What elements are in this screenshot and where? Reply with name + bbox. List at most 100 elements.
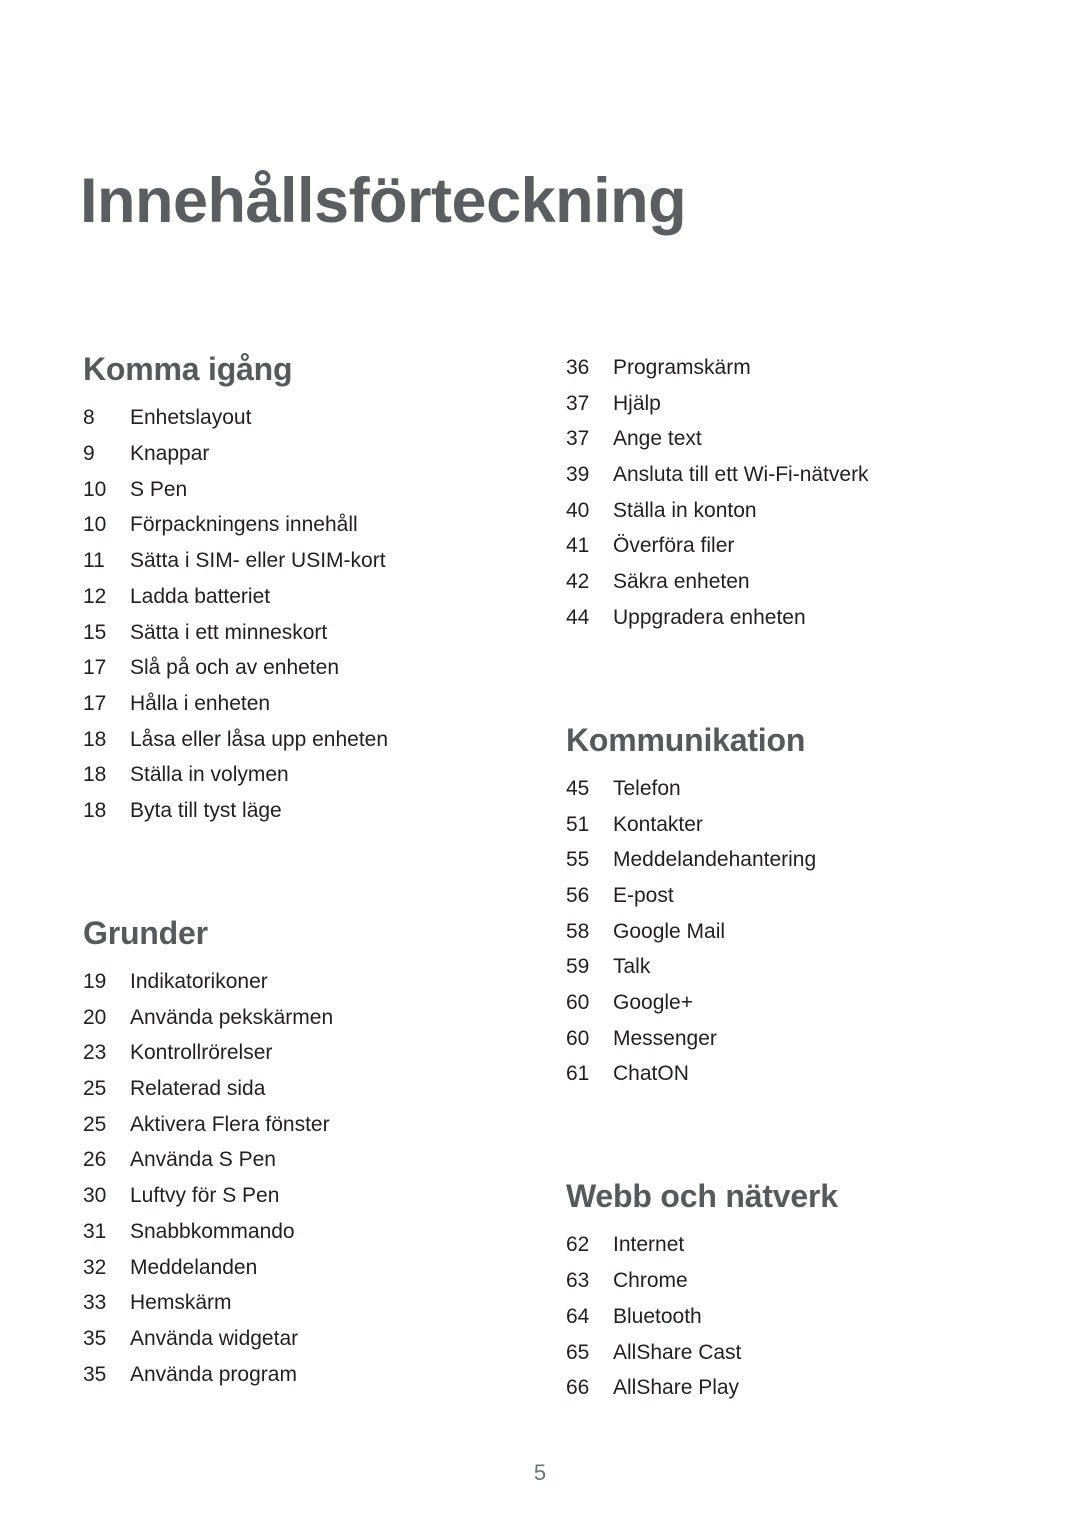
toc-entry-label: Förpackningens innehåll xyxy=(130,513,358,537)
toc-entry-list: 36 Programskärm 37 Hjälp 37 Ange text 39 Anslut… xyxy=(566,350,1006,636)
toc-entry[interactable]: 20 Använda pekskärmen xyxy=(83,1000,513,1036)
toc-entry-label: Bluetooth xyxy=(613,1304,702,1328)
toc-entry[interactable]: 41 Överföra filer xyxy=(566,528,1006,564)
toc-entry-page-number: 17 xyxy=(83,691,107,715)
toc-entry-page-number: 33 xyxy=(83,1291,107,1315)
toc-entry[interactable]: 51 Kontakter xyxy=(566,807,1006,843)
toc-entry[interactable]: 35 Använda program xyxy=(83,1357,513,1393)
toc-entry[interactable]: 56 E-post xyxy=(566,878,1006,914)
toc-entry[interactable]: 45 Telefon xyxy=(566,771,1006,807)
toc-entry[interactable]: 30 Luftvy för S Pen xyxy=(83,1178,513,1214)
toc-entry-page-number: 66 xyxy=(566,1376,590,1400)
toc-entry-label: Meddelandehantering xyxy=(613,848,817,872)
toc-section-komma-igang: Komma igång 8 Enhetslayout 9 Knappar 10 S Pen 1… xyxy=(83,350,513,829)
toc-entry[interactable]: 18 Ställa in volymen xyxy=(83,757,513,793)
toc-entry-label: Ställa in konton xyxy=(613,498,757,522)
toc-entry-list: 19 Indikatorikoner 20 Använda pekskärmen 23 K… xyxy=(83,964,513,1392)
toc-entry[interactable]: 60 Messenger xyxy=(566,1021,1006,1057)
toc-entry[interactable]: 8 Enhetslayout xyxy=(83,400,513,436)
toc-entry[interactable]: 63 Chrome xyxy=(566,1263,1006,1299)
toc-entry[interactable]: 31 Snabbkommando xyxy=(83,1214,513,1250)
toc-entry-label: Google Mail xyxy=(613,919,726,943)
toc-entry-label: Messenger xyxy=(613,1026,717,1050)
toc-entry-label: Relaterad sida xyxy=(130,1077,266,1101)
toc-section-kommunikation: Kommunikation 45 Telefon 51 Kontakter 55 Medde… xyxy=(566,721,1006,1093)
toc-entry[interactable]: 10 Förpackningens innehåll xyxy=(83,507,513,543)
toc-entry-label: Snabbkommando xyxy=(130,1219,295,1243)
toc-entry[interactable]: 44 Uppgradera enheten xyxy=(566,600,1006,636)
toc-entry-label: S Pen xyxy=(130,477,188,501)
toc-entry[interactable]: 39 Ansluta till ett Wi-Fi-nätverk xyxy=(566,457,1006,493)
toc-entry[interactable]: 18 Byta till tyst läge xyxy=(83,793,513,829)
toc-entry[interactable]: 55 Meddelandehantering xyxy=(566,842,1006,878)
toc-entry-page-number: 9 xyxy=(83,442,95,466)
toc-entry[interactable]: 40 Ställa in konton xyxy=(566,493,1006,529)
toc-entry[interactable]: 12 Ladda batteriet xyxy=(83,579,513,615)
toc-entry-page-number: 31 xyxy=(83,1219,107,1243)
toc-entry-page-number: 65 xyxy=(566,1340,590,1364)
toc-entry-page-number: 11 xyxy=(83,549,105,573)
toc-entry[interactable]: 60 Google+ xyxy=(566,985,1006,1021)
toc-entry[interactable]: 18 Låsa eller låsa upp enheten xyxy=(83,722,513,758)
toc-entry-page-number: 12 xyxy=(83,584,107,608)
toc-entry-label: Kontakter xyxy=(613,812,703,836)
toc-entry[interactable]: 37 Ange text xyxy=(566,421,1006,457)
toc-entry-label: Hemskärm xyxy=(130,1291,232,1315)
toc-entry-page-number: 36 xyxy=(566,356,590,379)
toc-entry[interactable]: 35 Använda widgetar xyxy=(83,1321,513,1357)
toc-entry[interactable]: 58 Google Mail xyxy=(566,914,1006,950)
toc-entry-page-number: 15 xyxy=(83,620,107,644)
toc-entry-page-number: 35 xyxy=(83,1362,107,1386)
toc-entry-label: Säkra enheten xyxy=(613,570,750,594)
toc-entry-label: AllShare Play xyxy=(613,1376,740,1400)
toc-entry-page-number: 59 xyxy=(566,955,590,979)
toc-entry[interactable]: 66 AllShare Play xyxy=(566,1370,1006,1406)
toc-entry[interactable]: 9 Knappar xyxy=(83,436,513,472)
toc-entry-page-number: 25 xyxy=(83,1077,107,1101)
toc-entry-page-number: 63 xyxy=(566,1269,590,1293)
toc-entry[interactable]: 15 Sätta i ett minneskort xyxy=(83,615,513,651)
toc-entry-page-number: 60 xyxy=(566,1026,590,1050)
toc-entry-page-number: 37 xyxy=(566,391,590,415)
toc-entry-page-number: 32 xyxy=(83,1255,107,1279)
toc-entry[interactable]: 42 Säkra enheten xyxy=(566,564,1006,600)
toc-entry[interactable]: 11 Sätta i SIM- eller USIM-kort xyxy=(83,543,513,579)
toc-entry-list: 62 Internet 63 Chrome 64 Bluetooth 65 AllShare … xyxy=(566,1227,1006,1405)
toc-entry-page-number: 61 xyxy=(566,1062,590,1086)
toc-entry[interactable]: 37 Hjälp xyxy=(566,386,1006,422)
toc-entry-label: Kontrollrörelser xyxy=(130,1041,273,1065)
section-heading: Kommunikation xyxy=(566,721,806,758)
toc-entry-page-number: 62 xyxy=(566,1233,590,1257)
toc-entry-label: Sätta i ett minneskort xyxy=(130,620,328,644)
page-number: 5 xyxy=(533,1460,547,1485)
toc-entry[interactable]: 64 Bluetooth xyxy=(566,1299,1006,1335)
toc-entry[interactable]: 32 Meddelanden xyxy=(83,1250,513,1286)
toc-entry-page-number: 39 xyxy=(566,463,590,487)
toc-entry[interactable]: 59 Talk xyxy=(566,949,1006,985)
toc-entry[interactable]: 33 Hemskärm xyxy=(83,1285,513,1321)
toc-entry[interactable]: 61 ChatON xyxy=(566,1056,1006,1092)
toc-entry-page-number: 45 xyxy=(566,776,590,800)
toc-section-untitled: 36 Programskärm 37 Hjälp 37 Ange text 39 Anslut… xyxy=(566,350,1006,636)
toc-entry[interactable]: 23 Kontrollrörelser xyxy=(83,1035,513,1071)
toc-entry[interactable]: 65 AllShare Cast xyxy=(566,1335,1006,1371)
toc-entry[interactable]: 36 Programskärm xyxy=(566,350,1006,386)
toc-entry[interactable]: 17 Hålla i enheten xyxy=(83,686,513,722)
section-heading: Grunder xyxy=(83,914,208,951)
toc-entry[interactable]: 26 Använda S Pen xyxy=(83,1142,513,1178)
toc-entry-label: ChatON xyxy=(613,1062,689,1086)
toc-entry-label: Slå på och av enheten xyxy=(130,656,339,680)
toc-entry[interactable]: 17 Slå på och av enheten xyxy=(83,650,513,686)
toc-entry[interactable]: 10 S Pen xyxy=(83,472,513,508)
toc-entry-label: Chrome xyxy=(613,1269,688,1293)
toc-entry-page-number: 23 xyxy=(83,1041,107,1065)
toc-entry-label: AllShare Cast xyxy=(613,1340,742,1364)
toc-entry-label: Använda pekskärmen xyxy=(130,1005,334,1029)
toc-entry[interactable]: 19 Indikatorikoner xyxy=(83,964,513,1000)
toc-entry[interactable]: 62 Internet xyxy=(566,1227,1006,1263)
toc-entry-page-number: 60 xyxy=(566,991,590,1015)
toc-entry-page-number: 19 xyxy=(83,970,107,994)
toc-entry[interactable]: 25 Relaterad sida xyxy=(83,1071,513,1107)
toc-entry[interactable]: 25 Aktivera Flera fönster xyxy=(83,1107,513,1143)
toc-entry-page-number: 37 xyxy=(566,427,590,451)
